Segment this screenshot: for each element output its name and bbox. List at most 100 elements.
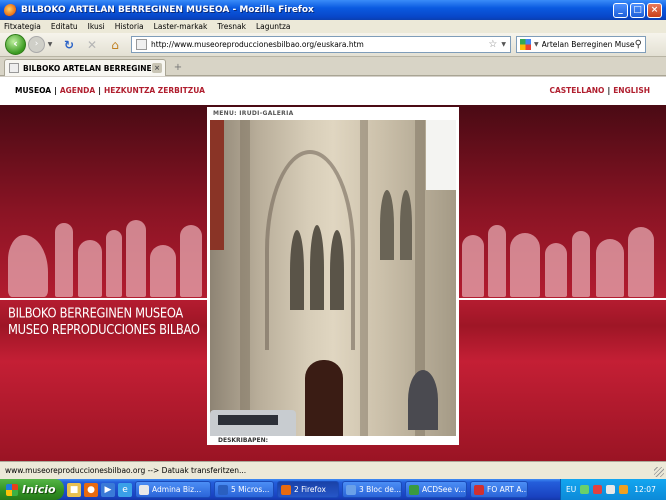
task-label: ACDSee v... xyxy=(422,485,466,494)
url-dropdown-icon[interactable]: ▼ xyxy=(501,41,506,48)
tray-app-icon[interactable] xyxy=(619,485,629,494)
new-tab-button[interactable]: + xyxy=(170,61,186,75)
url-bar[interactable]: http://www.museoreproduccionesbilbao.org… xyxy=(131,36,511,53)
statue-silhouette xyxy=(545,243,567,297)
menu-file[interactable]: Fitxategia xyxy=(4,22,41,31)
status-bar: www.museoreproduccionesbilbao.org --> Da… xyxy=(0,461,666,479)
gallery-menu-label[interactable]: MENU: IRUDI-GALERIA xyxy=(213,110,294,117)
statue-silhouette xyxy=(572,231,590,297)
statue-silhouette xyxy=(628,227,654,297)
task-app-icon xyxy=(218,484,228,495)
tab-label: BILBOKO ARTELAN BERREGINEN MUSE... xyxy=(23,63,152,73)
page-content: MUSEOA | AGENDA | HEZKUNTZA ZERBITZUA CA… xyxy=(0,77,666,461)
nav-agenda[interactable]: AGENDA xyxy=(60,86,95,95)
nav-separator: | xyxy=(54,86,57,95)
firefox-icon xyxy=(4,3,17,17)
quicklaunch-ie-icon[interactable]: e xyxy=(118,482,132,497)
lang-english[interactable]: ENGLISH xyxy=(613,86,650,95)
task-label: 5 Micros... xyxy=(231,485,270,494)
photo-window xyxy=(310,225,324,310)
windows-logo-icon xyxy=(6,483,18,496)
task-app-icon xyxy=(281,484,291,495)
statue-silhouette xyxy=(488,225,506,297)
tab-favicon-icon xyxy=(9,63,19,73)
maximize-button[interactable]: □ xyxy=(630,2,645,18)
task-label: 2 Firefox xyxy=(294,485,326,494)
page-favicon-icon xyxy=(136,39,147,50)
windows-taskbar: Inicio ■ ● ▶ e Admina Biz... 5 Micros...… xyxy=(0,479,666,500)
start-button[interactable]: Inicio xyxy=(0,479,64,500)
task-label: 3 Bloc de... xyxy=(359,485,402,494)
taskbar-item[interactable]: FO ART A... xyxy=(470,481,528,498)
nav-hezkuntza[interactable]: HEZKUNTZA ZERBITZUA xyxy=(104,86,205,95)
stop-icon[interactable]: ✕ xyxy=(84,37,100,53)
photo-window xyxy=(290,230,304,310)
photo-sky xyxy=(426,120,456,190)
statue-silhouette xyxy=(106,230,122,297)
volume-icon[interactable] xyxy=(606,485,616,494)
clock[interactable]: 12:07 xyxy=(634,485,656,494)
menu-view[interactable]: Ikusi xyxy=(88,22,105,31)
menu-edit[interactable]: Editatu xyxy=(51,22,78,31)
taskbar-item[interactable]: 3 Bloc de... xyxy=(342,481,402,498)
resize-grip-icon[interactable] xyxy=(654,467,664,477)
lang-castellano[interactable]: CASTELLANO xyxy=(549,86,604,95)
search-bar[interactable]: ▼ Artelan Berreginen Museoa ⚲ xyxy=(516,36,646,53)
network-icon[interactable] xyxy=(580,485,590,494)
arrow-right-icon: › xyxy=(34,39,39,49)
taskbar-item[interactable]: 5 Micros... xyxy=(214,481,274,498)
menu-tools[interactable]: Tresnak xyxy=(217,22,246,31)
status-text: www.museoreproduccionesbilbao.org --> Da… xyxy=(5,466,247,475)
taskbar-item[interactable]: Admina Biz... xyxy=(135,481,211,498)
close-button[interactable]: × xyxy=(647,2,662,18)
statue-silhouette xyxy=(462,235,484,297)
tab-museum[interactable]: BILBOKO ARTELAN BERREGINEN MUSE... × xyxy=(4,59,166,76)
language-indicator[interactable]: EU xyxy=(566,485,576,494)
bookmark-star-icon[interactable]: ☆ xyxy=(488,39,497,50)
taskbar-item[interactable]: ACDSee v... xyxy=(405,481,467,498)
menu-help[interactable]: Laguntza xyxy=(256,22,291,31)
tab-close-icon[interactable]: × xyxy=(152,63,162,73)
home-icon[interactable]: ⌂ xyxy=(107,37,123,53)
search-engine-dropdown-icon[interactable]: ▼ xyxy=(534,41,539,48)
url-text[interactable]: http://www.museoreproduccionesbilbao.org… xyxy=(151,40,488,49)
menu-history[interactable]: Historia xyxy=(115,22,144,31)
gallery-photo[interactable] xyxy=(210,120,456,436)
history-dropdown-icon[interactable]: ▼ xyxy=(46,41,54,48)
menu-bookmarks[interactable]: Laster-markak xyxy=(154,22,208,31)
photo-pillar xyxy=(240,120,250,436)
quicklaunch-media-icon[interactable]: ▶ xyxy=(101,482,115,497)
photo-window xyxy=(380,190,394,260)
taskbar-item[interactable]: 2 Firefox xyxy=(277,481,339,498)
description-bar: DESKRIBAPEN: xyxy=(210,436,456,445)
site-nav: MUSEOA | AGENDA | HEZKUNTZA ZERBITZUA CA… xyxy=(0,77,666,101)
statue-silhouette xyxy=(596,239,624,297)
task-label: FO ART A... xyxy=(487,485,528,494)
site-title-basque: BILBOKO BERREGINEN MUSEOA xyxy=(8,305,184,322)
reload-icon[interactable]: ↻ xyxy=(61,37,77,53)
task-app-icon xyxy=(409,484,419,495)
nav-museoa[interactable]: MUSEOA xyxy=(15,86,51,95)
forward-button[interactable]: › xyxy=(28,36,45,53)
search-input[interactable]: Artelan Berreginen Museoa xyxy=(542,40,635,49)
site-title-spanish: MUSEO REPRODUCCIONES BILBAO xyxy=(8,321,200,338)
search-icon[interactable]: ⚲ xyxy=(635,39,642,50)
statue-silhouette xyxy=(78,240,102,297)
task-app-icon xyxy=(139,484,149,495)
statue-silhouette xyxy=(180,225,202,297)
arrow-left-icon: ‹ xyxy=(13,37,18,50)
photo-door xyxy=(305,360,343,436)
image-gallery: MENU: IRUDI-GALERIA DESKRIBAPEN: xyxy=(207,107,459,445)
search-engine-icon[interactable] xyxy=(520,39,531,50)
photo-brick-wall xyxy=(210,120,224,250)
antivirus-icon[interactable] xyxy=(593,485,603,494)
tab-strip: BILBOKO ARTELAN BERREGINEN MUSE... × + xyxy=(0,57,666,76)
back-button[interactable]: ‹ xyxy=(5,34,26,55)
description-label: DESKRIBAPEN: xyxy=(218,437,269,444)
statue-silhouette xyxy=(510,233,540,297)
quicklaunch-folder-icon[interactable]: ■ xyxy=(67,482,81,497)
quicklaunch-browser-icon[interactable]: ● xyxy=(84,482,98,497)
window-titlebar[interactable]: BILBOKO ARTELAN BERREGINEN MUSEOA - Mozi… xyxy=(0,0,666,20)
minimize-button[interactable]: _ xyxy=(613,2,628,18)
navigation-toolbar: ‹ › ▼ ↻ ✕ ⌂ http://www.museoreproduccion… xyxy=(0,33,666,57)
